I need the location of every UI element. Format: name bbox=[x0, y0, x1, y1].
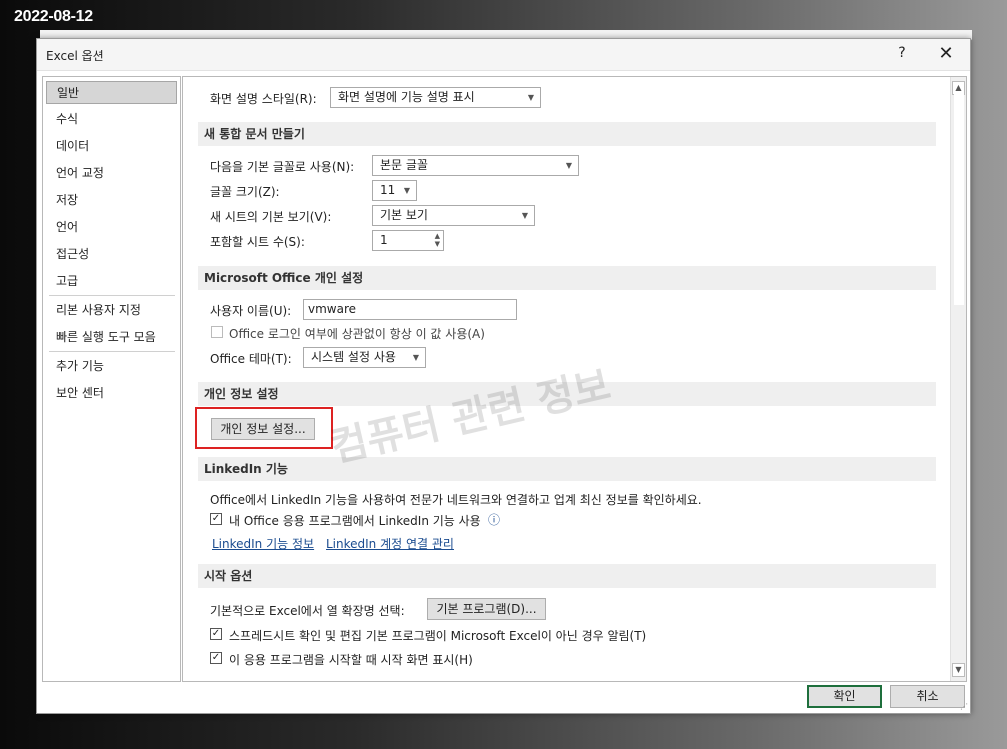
section-header-personalize: Microsoft Office 개인 설정 bbox=[198, 266, 936, 290]
default-font-label: 다음을 기본 글꼴로 사용(N): bbox=[210, 160, 355, 174]
ok-button[interactable]: 확인 bbox=[807, 685, 882, 708]
nav-item-trust-center[interactable]: 보안 센터 bbox=[46, 382, 177, 405]
nav-item-customize-ribbon[interactable]: 리본 사용자 지정 bbox=[46, 299, 177, 322]
show-start-screen-checkbox[interactable]: ✓ bbox=[210, 652, 222, 664]
linkedin-about-link[interactable]: LinkedIn 기능 정보 bbox=[212, 535, 314, 552]
spinner-arrows[interactable]: ▲ ▼ bbox=[435, 232, 440, 248]
screentip-style-dropdown[interactable]: 화면 설명에 기능 설명 표시 ▼ bbox=[330, 87, 541, 108]
section-header-startup: 시작 옵션 bbox=[198, 564, 936, 588]
office-theme-value: 시스템 설정 사용 bbox=[311, 350, 396, 364]
default-view-label: 새 시트의 기본 보기(V): bbox=[210, 210, 332, 224]
nav-item-data[interactable]: 데이터 bbox=[46, 135, 177, 158]
section-header-privacy: 개인 정보 설정 bbox=[198, 382, 936, 406]
section-header-linkedin: LinkedIn 기능 bbox=[198, 457, 936, 481]
privacy-settings-button[interactable]: 개인 정보 설정... bbox=[211, 418, 315, 440]
title-bar: Excel 옵션 ? ✕ bbox=[37, 39, 970, 71]
nav-item-save[interactable]: 저장 bbox=[46, 189, 177, 212]
default-extension-label: 기본적으로 Excel에서 열 확장명 선택: bbox=[210, 604, 405, 618]
nav-item-advanced[interactable]: 고급 bbox=[46, 270, 177, 293]
chevron-down-icon: ▼ bbox=[565, 161, 572, 170]
scrollbar-thumb[interactable] bbox=[954, 93, 964, 305]
info-icon[interactable]: ⓘ bbox=[488, 511, 500, 528]
nav-item-general[interactable]: 일반 bbox=[46, 81, 177, 104]
nav-item-add-ins[interactable]: 추가 기능 bbox=[46, 355, 177, 378]
default-view-value: 기본 보기 bbox=[380, 208, 428, 222]
linkedin-manage-link[interactable]: LinkedIn 계정 연결 관리 bbox=[326, 535, 454, 552]
sheet-count-spinner[interactable]: 1 ▲ ▼ bbox=[372, 230, 444, 251]
nav-divider bbox=[49, 295, 175, 296]
font-size-value: 11 bbox=[380, 183, 396, 197]
section-header-new-workbook: 새 통합 문서 만들기 bbox=[198, 122, 936, 146]
font-size-label: 글꼴 크기(Z): bbox=[210, 185, 280, 199]
default-font-dropdown[interactable]: 본문 글꼴 ▼ bbox=[372, 155, 579, 176]
chevron-down-icon: ▼ bbox=[403, 186, 410, 195]
nav-item-proofing[interactable]: 언어 교정 bbox=[46, 162, 177, 185]
tell-me-default-label: 스프레드시트 확인 및 편집 기본 프로그램이 Microsoft Excel이… bbox=[229, 629, 647, 643]
username-input[interactable]: vmware bbox=[303, 299, 517, 320]
default-programs-button[interactable]: 기본 프로그램(D)... bbox=[427, 598, 546, 620]
chevron-down-icon: ▼ bbox=[527, 93, 534, 102]
sheet-count-value: 1 bbox=[380, 233, 388, 247]
screentip-style-value: 화면 설명에 기능 설명 표시 bbox=[338, 90, 475, 104]
tell-me-default-checkbox[interactable]: ✓ bbox=[210, 628, 222, 640]
help-button[interactable]: ? bbox=[892, 45, 912, 61]
nav-item-accessibility[interactable]: 접근성 bbox=[46, 243, 177, 266]
nav-divider bbox=[49, 351, 175, 352]
excel-options-dialog: Excel 옵션 ? ✕ 일반 수식 데이터 언어 교정 저장 언어 접근성 고… bbox=[36, 38, 971, 714]
spin-up-icon[interactable]: ▲ bbox=[435, 232, 440, 240]
nav-item-quick-access-toolbar[interactable]: 빠른 실행 도구 모음 bbox=[46, 326, 177, 349]
default-font-value: 본문 글꼴 bbox=[380, 158, 428, 172]
chevron-down-icon: ▼ bbox=[521, 211, 528, 220]
resize-grip-icon[interactable]: ⋰ bbox=[960, 702, 968, 711]
show-start-screen-label: 이 응용 프로그램을 시작할 때 시작 화면 표시(H) bbox=[229, 653, 473, 667]
cancel-button[interactable]: 취소 bbox=[890, 685, 965, 708]
nav-item-formulas[interactable]: 수식 bbox=[46, 108, 177, 131]
nav-item-language[interactable]: 언어 bbox=[46, 216, 177, 239]
dialog-title: Excel 옵션 bbox=[46, 49, 104, 63]
sheet-count-label: 포함할 시트 수(S): bbox=[210, 235, 305, 249]
always-use-checkbox[interactable] bbox=[211, 326, 223, 338]
office-theme-dropdown[interactable]: 시스템 설정 사용 ▼ bbox=[303, 347, 426, 368]
scroll-down-icon[interactable]: ▼ bbox=[952, 663, 965, 677]
screentip-style-label: 화면 설명 스타일(R): bbox=[210, 92, 317, 106]
username-label: 사용자 이름(U): bbox=[210, 304, 292, 318]
chevron-down-icon: ▼ bbox=[412, 353, 419, 362]
always-use-label: Office 로그인 여부에 상관없이 항상 이 값 사용(A) bbox=[229, 327, 485, 341]
vertical-scrollbar[interactable]: ▲ ▼ bbox=[950, 77, 966, 681]
date-stamp: 2022-08-12 bbox=[14, 8, 93, 25]
default-view-dropdown[interactable]: 기본 보기 ▼ bbox=[372, 205, 535, 226]
linkedin-description: Office에서 LinkedIn 기능을 사용하여 전문가 네트워크와 연결하… bbox=[210, 493, 702, 507]
options-content-panel: 화면 설명 스타일(R): 화면 설명에 기능 설명 표시 ▼ 새 통합 문서 … bbox=[182, 76, 967, 682]
spin-down-icon[interactable]: ▼ bbox=[435, 240, 440, 248]
close-button[interactable]: ✕ bbox=[934, 43, 958, 64]
font-size-dropdown[interactable]: 11 ▼ bbox=[372, 180, 417, 201]
office-theme-label: Office 테마(T): bbox=[210, 352, 292, 366]
linkedin-enable-checkbox[interactable]: ✓ bbox=[210, 513, 222, 525]
linkedin-enable-label: 내 Office 응용 프로그램에서 LinkedIn 기능 사용 bbox=[229, 514, 481, 528]
options-category-list: 일반 수식 데이터 언어 교정 저장 언어 접근성 고급 리본 사용자 지정 빠… bbox=[42, 76, 181, 682]
